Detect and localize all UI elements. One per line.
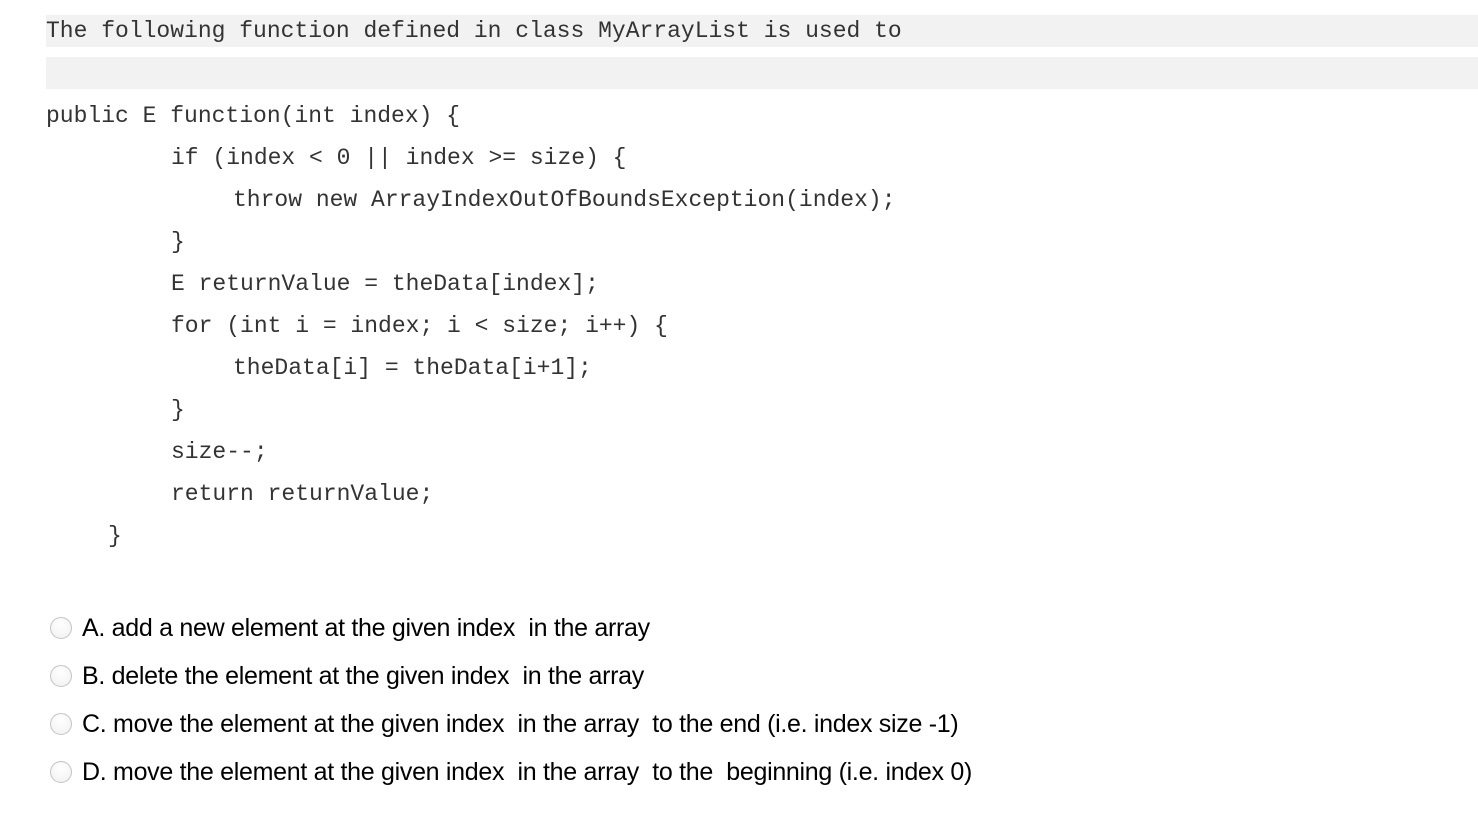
radio-button[interactable]: [50, 713, 72, 735]
code-line: }: [171, 229, 185, 255]
code-line: E returnValue = theData[index];: [171, 271, 599, 297]
option-label: C. move the element at the given index i…: [82, 709, 959, 738]
option-label: A. add a new element at the given index …: [82, 613, 650, 642]
code-line: }: [108, 523, 122, 549]
code-line: if (index < 0 || index >= size) {: [171, 145, 627, 171]
option-label: B. delete the element at the given index…: [82, 661, 644, 690]
option-d[interactable]: D. move the element at the given index i…: [50, 748, 972, 796]
code-line: }: [171, 397, 185, 423]
radio-button[interactable]: [50, 617, 72, 639]
code-line: theData[i] = theData[i+1];: [233, 355, 592, 381]
option-c[interactable]: C. move the element at the given index i…: [50, 700, 972, 748]
code-line: size--;: [171, 439, 268, 465]
code-line: return returnValue;: [171, 481, 434, 507]
blank-line-background: [46, 57, 1478, 89]
question-prompt: The following function defined in class …: [46, 18, 902, 44]
radio-button[interactable]: [50, 761, 72, 783]
radio-button[interactable]: [50, 665, 72, 687]
option-a[interactable]: A. add a new element at the given index …: [50, 604, 972, 652]
code-line: throw new ArrayIndexOutOfBoundsException…: [233, 187, 896, 213]
answer-options: A. add a new element at the given index …: [50, 604, 972, 796]
code-line: public E function(int index) {: [46, 103, 461, 129]
option-b[interactable]: B. delete the element at the given index…: [50, 652, 972, 700]
option-label: D. move the element at the given index i…: [82, 757, 973, 786]
code-line: for (int i = index; i < size; i++) {: [171, 313, 668, 339]
